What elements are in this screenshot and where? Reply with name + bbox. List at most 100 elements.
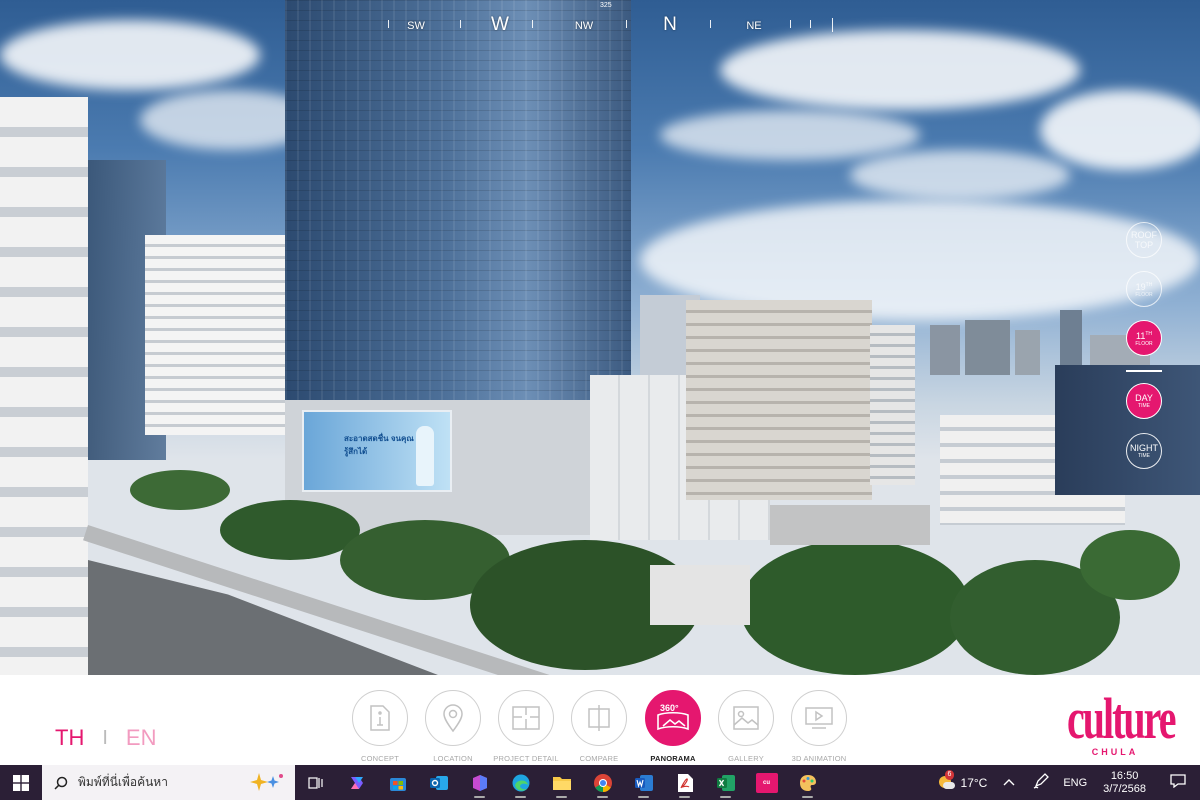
floor-19-caption: FLOOR: [1135, 292, 1153, 298]
clock[interactable]: 16:50 3/7/2568: [1093, 770, 1156, 796]
lang-separator: I: [102, 726, 108, 749]
windows-taskbar: พิมพ์ที่นี่เพื่อค้นหา cu 6 17°C ENG 16:5…: [0, 765, 1200, 800]
culture-app-icon: cu: [755, 772, 778, 793]
task-view-button[interactable]: [295, 765, 336, 800]
nav-concept-circle: [352, 690, 408, 746]
billboard-text: สะอาดสดชื่น จนคุณรู้สึกได้: [344, 434, 414, 456]
word-button[interactable]: [623, 765, 664, 800]
compass-label-nw: NW: [574, 20, 594, 32]
paint-button[interactable]: [787, 765, 828, 800]
lang-en-button[interactable]: EN: [126, 725, 157, 751]
copilot-button[interactable]: [336, 765, 377, 800]
floor-19-num: 19: [1135, 282, 1146, 292]
nav-compare-label: COMPARE: [579, 754, 619, 763]
nav-location[interactable]: LOCATION: [424, 690, 482, 763]
ms-store-button[interactable]: [377, 765, 418, 800]
weather-widget[interactable]: 6 17°C: [931, 769, 994, 791]
acrobat-button[interactable]: [664, 765, 705, 800]
floorplan-icon: [512, 706, 540, 730]
nav-compare[interactable]: COMPARE: [570, 690, 628, 763]
panorama-view[interactable]: สะอาดสดชื่น จนคุณรู้สึกได้ 325 SW W NW N…: [0, 0, 1200, 675]
controls-divider: [1126, 370, 1162, 372]
compass-label-ne: NE: [746, 20, 762, 32]
nav-project-detail[interactable]: PROJECT DETAIL: [493, 690, 559, 763]
weather-badge: 6: [944, 769, 955, 780]
edge-button[interactable]: [500, 765, 541, 800]
tree: [130, 470, 230, 510]
notifications-button[interactable]: [1156, 774, 1200, 791]
nav-3d-animation[interactable]: 3D ANIMATION: [790, 690, 848, 763]
culture-chula-logo: culture CHULA: [1067, 689, 1176, 757]
cloud: [660, 110, 920, 160]
weather-cloud: [942, 781, 955, 789]
start-button[interactable]: [0, 765, 42, 800]
excel-button[interactable]: [705, 765, 746, 800]
clock-date: 3/7/2568: [1103, 782, 1146, 795]
compass-label-n: N: [663, 14, 677, 35]
office-building: [870, 325, 915, 485]
glass-building-right: [1055, 365, 1200, 495]
rooftop-view-button[interactable]: ROOF TOP: [1126, 222, 1162, 258]
nav-concept[interactable]: CONCEPT: [351, 690, 409, 763]
pdf-icon: [677, 773, 693, 792]
nav-location-label: LOCATION: [433, 754, 473, 763]
store-icon: [389, 777, 406, 791]
nav-3d-animation-label: 3D ANIMATION: [791, 754, 847, 763]
bottom-nav-bar: TH I EN CONCEPT LOCATION PROJECT DETAIL …: [0, 675, 1200, 765]
nav-project-detail-circle: [498, 690, 554, 746]
nighttime-caption: TIME: [1138, 453, 1150, 459]
concept-document-icon: [370, 705, 390, 731]
tree: [1080, 530, 1180, 600]
lang-th-button[interactable]: TH: [55, 725, 84, 751]
nav-panorama-label: PANORAMA: [650, 754, 696, 763]
floor-11-button[interactable]: 11TH FLOOR: [1126, 320, 1162, 356]
floor-19-suffix: TH: [1145, 282, 1153, 288]
daytime-caption: TIME: [1138, 403, 1150, 409]
office-building: [686, 300, 872, 500]
m365-icon: [472, 774, 487, 791]
search-placeholder: พิมพ์ที่นี่เพื่อค้นหา: [78, 775, 168, 789]
notification-icon: [1170, 774, 1186, 789]
pen-icon: [1034, 773, 1050, 789]
nav-gallery-circle: [718, 690, 774, 746]
outlook-button[interactable]: [418, 765, 459, 800]
compass-tick: [532, 20, 533, 28]
compass-tick: [388, 20, 389, 28]
nav-compare-circle: [571, 690, 627, 746]
search-icon: [54, 776, 68, 790]
nighttime-label: NIGHT: [1130, 443, 1158, 453]
floor-19-button[interactable]: 19TH FLOOR: [1126, 271, 1162, 307]
file-explorer-button[interactable]: [541, 765, 582, 800]
tree: [740, 540, 970, 675]
low-building: [650, 565, 750, 625]
nav-panorama[interactable]: 360° PANORAMA: [644, 690, 702, 763]
floor-11-number: 11TH: [1136, 329, 1152, 341]
nav-project-detail-label: PROJECT DETAIL: [493, 754, 559, 763]
language-switcher: TH I EN: [55, 725, 156, 751]
compass-tick: [832, 18, 833, 32]
input-language-indicator[interactable]: ENG: [1057, 777, 1093, 789]
culture-app-button[interactable]: cu: [746, 765, 787, 800]
edge-icon: [512, 774, 529, 791]
cloud: [850, 150, 1070, 200]
daytime-button[interactable]: DAY TIME: [1126, 383, 1162, 419]
taskbar-search-box[interactable]: พิมพ์ที่นี่เพื่อค้นหา: [42, 765, 295, 800]
paint-icon: [799, 774, 816, 791]
floor-11-num: 11: [1135, 331, 1146, 341]
nighttime-button[interactable]: NIGHT TIME: [1126, 433, 1162, 469]
chrome-button[interactable]: [582, 765, 623, 800]
billboard-bottle: [416, 426, 434, 486]
tray-overflow-button[interactable]: [993, 777, 1025, 789]
pen-menu-button[interactable]: [1025, 773, 1057, 792]
rooftop-label-2: TOP: [1134, 240, 1154, 250]
copilot-icon: [350, 776, 363, 789]
cloud: [1040, 90, 1200, 170]
temperature-text: 17°C: [960, 775, 988, 790]
low-building: [770, 505, 930, 545]
nav-3d-animation-circle: [791, 690, 847, 746]
floor-19-number: 19TH: [1136, 280, 1153, 292]
compass-label-sw: SW: [407, 20, 425, 32]
nav-gallery[interactable]: GALLERY: [717, 690, 775, 763]
m365-button[interactable]: [459, 765, 500, 800]
compass-strip[interactable]: 325 SW W NW N NE: [380, 2, 840, 44]
